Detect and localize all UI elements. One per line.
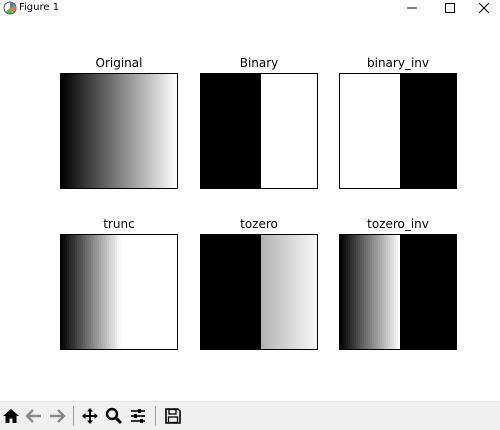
- back-button[interactable]: [24, 405, 44, 427]
- save-button[interactable]: [163, 405, 183, 427]
- navigation-toolbar: [0, 401, 500, 430]
- subplot-image: [60, 234, 178, 350]
- back-icon: [25, 409, 41, 423]
- subplot-title: trunc: [103, 217, 135, 231]
- home-button[interactable]: [1, 405, 21, 427]
- image-column: [315, 74, 317, 188]
- matplotlib-logo-icon: [3, 1, 17, 15]
- close-button[interactable]: [468, 0, 500, 16]
- forward-icon: [50, 409, 66, 423]
- subplot-title: tozero_inv: [367, 217, 429, 231]
- pan-icon: [82, 408, 98, 424]
- toolbar-separator: [73, 406, 74, 426]
- minimize-button[interactable]: [396, 0, 428, 16]
- configure-subplots-icon: [131, 409, 145, 423]
- figure-canvas[interactable]: Original Binary binary_inv trunc tozero …: [0, 16, 500, 401]
- image-column: [315, 235, 317, 349]
- zoom-button[interactable]: [104, 405, 124, 427]
- subplot-image: [60, 73, 178, 189]
- toolbar-separator: [155, 406, 156, 426]
- configure-subplots-button[interactable]: [128, 405, 148, 427]
- window-title: Figure 1: [19, 2, 60, 13]
- image-column: [175, 74, 177, 188]
- subplot-title: tozero: [240, 217, 278, 231]
- image-column: [175, 235, 177, 349]
- subplot-title: binary_inv: [367, 56, 429, 70]
- image-column: [454, 74, 456, 188]
- forward-button[interactable]: [47, 405, 67, 427]
- image-column: [454, 235, 456, 349]
- maximize-icon: [445, 3, 455, 13]
- subplot-image: [339, 234, 457, 350]
- title-bar: Figure 1: [0, 0, 500, 16]
- subplot-title: Original: [95, 56, 143, 70]
- subplot-image: [200, 73, 318, 189]
- save-icon: [165, 408, 181, 424]
- zoom-icon: [105, 407, 123, 425]
- subplot-image: [339, 73, 457, 189]
- maximize-button[interactable]: [434, 0, 466, 16]
- close-icon: [479, 3, 489, 13]
- subplot-image: [200, 234, 318, 350]
- minimize-icon: [407, 7, 417, 9]
- home-icon: [3, 409, 19, 423]
- subplot-title: Binary: [239, 56, 279, 70]
- pan-button[interactable]: [80, 405, 100, 427]
